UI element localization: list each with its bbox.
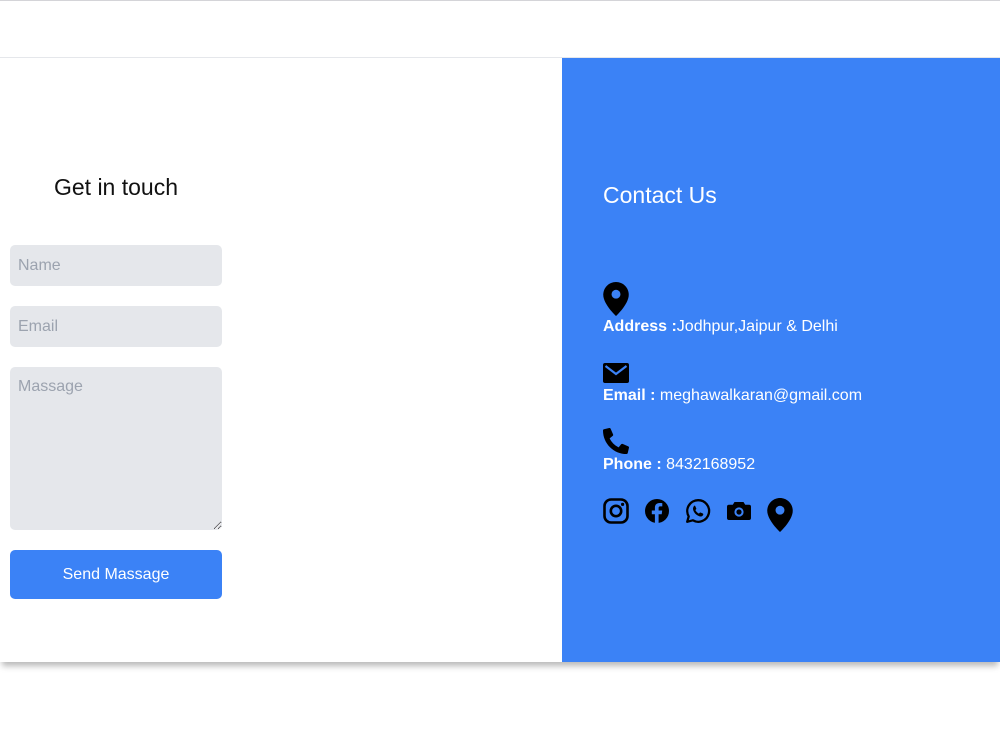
contact-card: Get in touch Send Massage Contact Us Add…	[0, 57, 1000, 662]
message-textarea[interactable]	[10, 367, 222, 530]
contact-info-panel: Contact Us Address :Jodhpur,Jaipur & Del…	[562, 58, 1000, 662]
contact-form: Get in touch Send Massage	[0, 58, 562, 662]
instagram-icon[interactable]	[603, 498, 629, 524]
address-line: Address :Jodhpur,Jaipur & Delhi	[603, 318, 838, 336]
facebook-icon[interactable]	[644, 498, 670, 524]
email-value: meghawalkaran@gmail.com	[655, 387, 863, 404]
contact-title: Contact Us	[603, 182, 717, 208]
phone-line: Phone : 8432168952	[603, 456, 755, 474]
email-input[interactable]	[10, 306, 222, 347]
phone-value: 8432168952	[661, 456, 756, 473]
envelope-icon	[603, 363, 629, 383]
camera-icon[interactable]	[726, 498, 752, 524]
whatsapp-icon[interactable]	[685, 498, 711, 524]
social-links	[603, 498, 793, 532]
email-label: Email :	[603, 387, 656, 404]
send-message-button[interactable]: Send Massage	[10, 550, 222, 599]
name-input[interactable]	[10, 245, 222, 286]
phone-label: Phone :	[603, 456, 662, 473]
top-divider	[0, 0, 1000, 1]
form-title: Get in touch	[53, 174, 179, 200]
email-line: Email : meghawalkaran@gmail.com	[603, 387, 862, 405]
address-value: Jodhpur,Jaipur & Delhi	[676, 318, 838, 335]
phone-icon	[603, 428, 629, 454]
map-pin-icon	[603, 282, 629, 316]
address-label: Address :	[603, 318, 677, 335]
map-pin-icon[interactable]	[767, 498, 793, 532]
